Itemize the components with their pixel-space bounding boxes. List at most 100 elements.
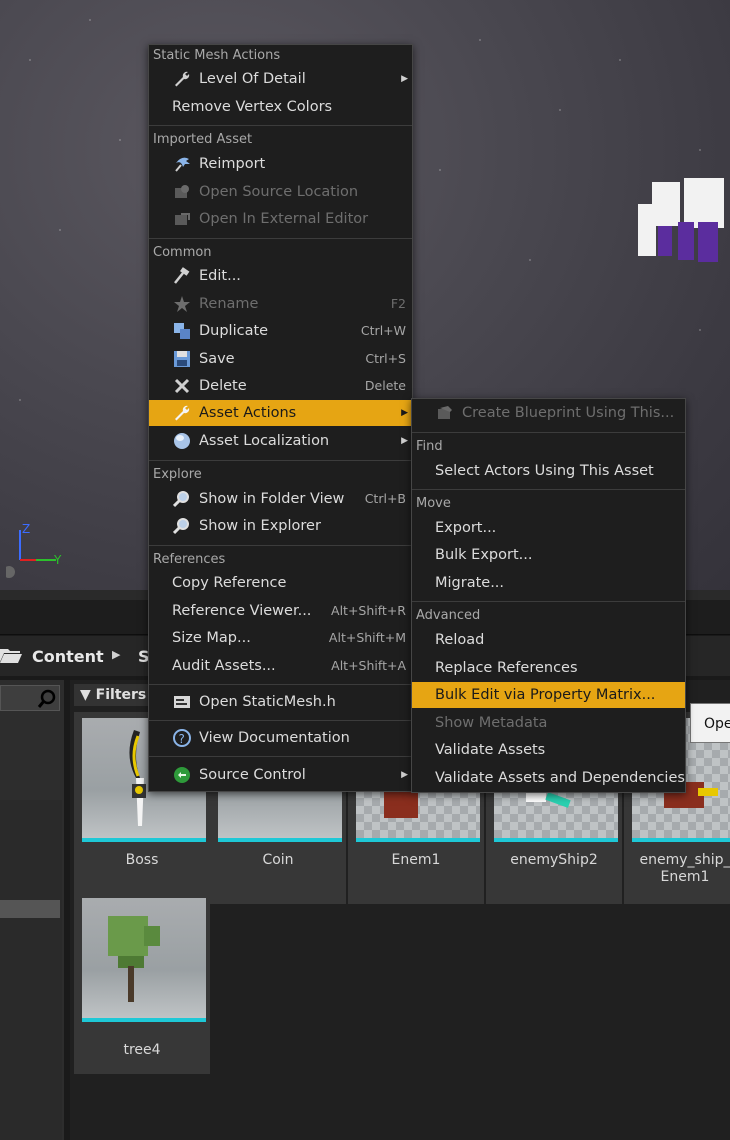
enemyship2-mesh-icon (526, 792, 546, 802)
wrench-icon (175, 71, 190, 87)
menu-validate-assets[interactable]: Validate Assets (412, 737, 685, 763)
menu-validate-assets-dependencies[interactable]: Validate Assets and Dependencies (412, 765, 685, 791)
menu-divider (149, 125, 412, 126)
menu-open-header[interactable]: Open StaticMesh.h (149, 689, 412, 715)
menu-create-blueprint[interactable]: Create Blueprint Using This... (412, 400, 685, 426)
asset-actions-submenu: Create Blueprint Using This... Find Sele… (411, 398, 686, 793)
menu-open-external-editor[interactable]: Open In External Editor (149, 206, 412, 232)
menu-bulk-edit-property-matrix[interactable]: Bulk Edit via Property Matrix... (412, 682, 685, 708)
asset-name: tree4 (123, 1042, 161, 1058)
asset-tile-tree4[interactable]: tree4 (74, 892, 210, 1074)
shortcut-show-in-folder: Ctrl+B (364, 491, 406, 506)
menu-reference-viewer[interactable]: Reference Viewer... Alt+Shift+R (149, 598, 412, 624)
section-explore: Explore (153, 467, 202, 482)
filters-label: Filters (95, 687, 147, 703)
menu-divider (412, 432, 685, 433)
menu-divider (149, 684, 412, 685)
asset-type-bar (494, 838, 618, 842)
viewport-mesh-object[interactable] (638, 178, 730, 268)
asset-type-bar (82, 1018, 206, 1022)
asset-name: enemyShip2 (510, 852, 598, 868)
asset-type-bar (632, 838, 730, 842)
axis-y-label: Y (53, 553, 62, 567)
menu-view-documentation[interactable]: ? View Documentation (149, 725, 412, 751)
axis-gizmo-icon: Z Y (6, 522, 62, 578)
search-icon (37, 689, 56, 708)
source-control-icon (174, 767, 190, 783)
wrench-icon (175, 405, 190, 421)
section-common: Common (153, 245, 212, 260)
magnifier-icon (173, 491, 189, 508)
menu-asset-localization[interactable]: Asset Localization ▶ (149, 428, 412, 454)
submenu-arrow-icon: ▶ (401, 408, 408, 418)
menu-export[interactable]: Export... (412, 515, 685, 541)
asset-type-bar (82, 838, 206, 842)
menu-audit-assets[interactable]: Audit Assets... Alt+Shift+A (149, 653, 412, 679)
shortcut-rename: F2 (390, 296, 406, 311)
asset-name: Boss (125, 852, 159, 868)
sources-folder-row[interactable] (0, 900, 60, 918)
menu-replace-references[interactable]: Replace References (412, 655, 685, 681)
magnifier-icon (173, 518, 189, 535)
filters-button[interactable]: ▼ Filters (74, 684, 154, 706)
rename-icon (174, 296, 190, 312)
asset-type-bar (218, 838, 342, 842)
shortcut-save: Ctrl+S (365, 351, 406, 366)
blueprint-icon (438, 406, 452, 419)
sources-folder-list (0, 800, 62, 1140)
menu-divider (149, 545, 412, 546)
folder-open-icon (0, 649, 22, 663)
menu-rename[interactable]: Rename F2 (149, 291, 412, 317)
menu-divider (149, 756, 412, 757)
shortcut-audit-assets: Alt+Shift+A (331, 658, 406, 673)
menu-show-in-explorer[interactable]: Show in Explorer (149, 513, 412, 539)
svg-text:?: ? (179, 732, 185, 746)
menu-save[interactable]: Save Ctrl+S (149, 346, 412, 372)
hammer-icon (174, 267, 190, 284)
breadcrumb-content[interactable]: Content (32, 647, 104, 666)
submenu-arrow-icon: ▶ (401, 74, 408, 84)
save-icon (174, 351, 190, 367)
menu-divider (412, 601, 685, 602)
menu-select-actors[interactable]: Select Actors Using This Asset (412, 458, 685, 484)
menu-duplicate[interactable]: Duplicate Ctrl+W (149, 318, 412, 344)
tooltip-text: Ope (704, 716, 730, 732)
open-location-icon (175, 185, 189, 198)
shortcut-delete: Delete (364, 378, 406, 393)
menu-edit[interactable]: Edit... (149, 263, 412, 289)
enemy-ship-detail-icon (698, 788, 718, 796)
menu-bulk-export[interactable]: Bulk Export... (412, 542, 685, 568)
menu-level-of-detail[interactable]: Level Of Detail ▶ (149, 66, 412, 92)
globe-icon (174, 433, 190, 449)
asset-name: enemy_ship_ Enem1 (639, 852, 730, 885)
menu-divider (149, 720, 412, 721)
submenu-arrow-icon: ▶ (401, 770, 408, 780)
menu-source-control[interactable]: Source Control ▶ (149, 762, 412, 788)
menu-reimport[interactable]: Reimport (149, 151, 412, 177)
asset-name: Coin (262, 852, 294, 868)
asset-context-menu: Static Mesh Actions Level Of Detail ▶ Re… (148, 44, 413, 792)
filter-icon: ▼ (80, 687, 91, 703)
section-advanced: Advanced (416, 608, 481, 623)
menu-copy-reference[interactable]: Copy Reference (149, 570, 412, 596)
delete-icon (174, 378, 190, 394)
menu-size-map[interactable]: Size Map... Alt+Shift+M (149, 625, 412, 651)
shortcut-size-map: Alt+Shift+M (328, 630, 406, 645)
tooltip: Ope (690, 703, 730, 743)
code-file-icon (174, 696, 190, 708)
external-editor-icon (175, 213, 190, 225)
menu-reload[interactable]: Reload (412, 627, 685, 653)
menu-divider (149, 238, 412, 239)
menu-show-metadata[interactable]: Show Metadata (412, 710, 685, 736)
menu-asset-actions[interactable]: Asset Actions ▶ (149, 400, 412, 426)
breadcrumb-separator-icon[interactable]: ▶ (112, 648, 120, 661)
sources-search-input[interactable] (0, 685, 60, 711)
menu-show-in-folder-view[interactable]: Show in Folder View Ctrl+B (149, 486, 412, 512)
menu-migrate[interactable]: Migrate... (412, 570, 685, 596)
menu-remove-vertex-colors[interactable]: Remove Vertex Colors (149, 94, 412, 120)
shortcut-duplicate: Ctrl+W (360, 323, 406, 338)
menu-open-source-location[interactable]: Open Source Location (149, 179, 412, 205)
reimport-icon (175, 157, 190, 172)
shortcut-reference-viewer: Alt+Shift+R (331, 603, 406, 618)
menu-delete[interactable]: Delete Delete (149, 373, 412, 399)
